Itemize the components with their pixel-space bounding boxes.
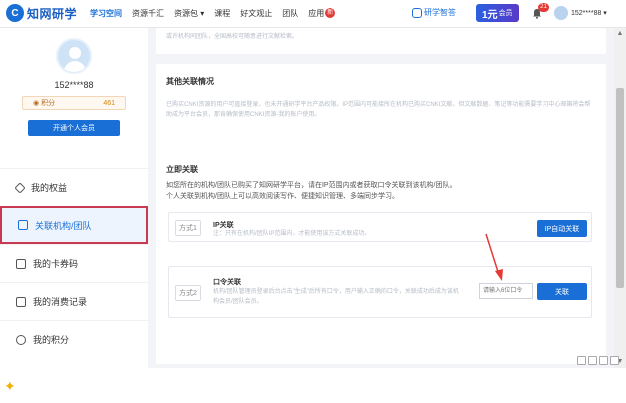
sidebar-item-label: 我的消费记录 bbox=[33, 297, 88, 307]
promo-price: 1元 bbox=[482, 9, 498, 21]
receipt-icon bbox=[16, 296, 26, 307]
promo-label: 会员 bbox=[498, 10, 513, 17]
sidebar-item-points[interactable]: 我的积分 bbox=[0, 320, 148, 358]
sidebar-item-label: 我的卡券码 bbox=[33, 259, 79, 269]
sidebar-item-link-institution[interactable]: 关联机构/团队 bbox=[0, 206, 148, 244]
points-label: ◉ 积分 bbox=[33, 100, 56, 107]
institution-info-card: 或许机构同团队，全国高校可随意进行文献检索。 bbox=[156, 28, 606, 54]
points-bar: ◉ 积分 461 bbox=[22, 96, 126, 110]
link-now-title: 立即关联 bbox=[166, 165, 198, 174]
code-link-desc: 机构/团队管理员登录后台点击"生成"后所有口令，用户输入正确的口令，关联成功后成… bbox=[213, 289, 459, 305]
link-icon bbox=[18, 220, 28, 230]
nav-courses[interactable]: 课程 bbox=[214, 8, 230, 19]
nav-apps[interactable]: 应用新 bbox=[308, 8, 336, 19]
method1-tag: 方式1 bbox=[175, 220, 201, 236]
nav-study-space[interactable]: 学习空间 bbox=[90, 8, 122, 19]
top-nav-bar: C 知网研学 学习空间 资源千汇 资源包 ▾ 课程 好文观止 团队 应用新 研学… bbox=[0, 0, 626, 28]
sidebar-item-label: 我的积分 bbox=[33, 335, 70, 345]
user-avatar-icon[interactable] bbox=[554, 6, 568, 20]
main-nav: 学习空间 资源千汇 资源包 ▾ 课程 好文观止 团队 应用新 bbox=[90, 8, 336, 19]
notification-count: 21 bbox=[538, 3, 549, 12]
link-now-desc: 如您所在的机构/团队已购买了知网研学平台，请在IP范围内或者获取口令关联到该机构… bbox=[166, 180, 596, 202]
ip-link-method: 方式1 IP关联 注：只有在机构/团队IP范围内，才能使用该方式关联成功。 IP… bbox=[168, 212, 592, 242]
link-button[interactable]: 关联 bbox=[537, 283, 587, 300]
sidebar-item-benefits[interactable]: 我的权益 bbox=[0, 168, 148, 206]
link-now-card: 立即关联 如您所在的机构/团队已购买了知网研学平台，请在IP范围内或者获取口令关… bbox=[156, 154, 606, 364]
user-menu[interactable]: 152****88 ▾ bbox=[571, 9, 607, 17]
main-content: 或许机构同团队，全国高校可随意进行文献检索。 其他关联情况 已购买CNKI资源的… bbox=[148, 28, 614, 403]
sidebar-item-purchases[interactable]: 我的消费记录 bbox=[0, 282, 148, 320]
bottom-area bbox=[0, 368, 626, 403]
nav-resources[interactable]: 资源千汇 bbox=[132, 8, 164, 19]
sidebar-item-label: 关联机构/团队 bbox=[35, 220, 92, 231]
coin-icon: ◉ bbox=[33, 100, 40, 107]
nav-resource-pack[interactable]: 资源包 ▾ bbox=[174, 8, 204, 19]
sidebar-item-label: 我的权益 bbox=[31, 183, 68, 193]
tool-icon[interactable] bbox=[588, 356, 597, 365]
sidebar-item-coupons[interactable]: 我的卡券码 bbox=[0, 244, 148, 282]
logo[interactable]: C 知网研学 bbox=[6, 4, 77, 22]
vertical-scrollbar[interactable]: ▲ ▼ bbox=[614, 28, 626, 368]
logo-icon: C bbox=[6, 4, 24, 22]
other-links-title: 其他关联情况 bbox=[166, 77, 214, 86]
logo-text: 知网研学 bbox=[27, 6, 78, 21]
other-links-text: 已购买CNKI资源的用户可直接登录，也未开通研学平台产品权限。IP范围内可能接所… bbox=[166, 102, 591, 118]
ticket-icon bbox=[16, 258, 26, 269]
sparkle-icon: ✦ bbox=[4, 378, 16, 394]
code-input[interactable] bbox=[479, 283, 533, 299]
ai-answer-label: 研学智答 bbox=[424, 8, 456, 17]
ip-link-desc: 注：只有在机构/团队IP范围内，才能使用该方式关联成功。 bbox=[213, 231, 371, 237]
profile-card: 152****88 ◉ 积分 461 开通个人会员 bbox=[0, 38, 148, 136]
new-badge: 新 bbox=[325, 8, 336, 18]
ai-icon bbox=[412, 7, 422, 18]
open-vip-button[interactable]: 开通个人会员 bbox=[28, 120, 120, 136]
link-now-desc-line1: 如您所在的机构/团队已购买了知网研学平台，请在IP范围内或者获取口令关联到该机构… bbox=[166, 182, 457, 189]
points-icon bbox=[16, 334, 26, 345]
scrollbar-thumb[interactable] bbox=[616, 88, 624, 288]
promo-banner[interactable]: 1元 会员 bbox=[476, 4, 519, 22]
code-link-title: 口令关联 bbox=[213, 279, 241, 286]
link-now-desc-line2: 个人关联到机构/团队上可以高效阅读写作、便捷知识管理、多端同步学习。 bbox=[166, 193, 399, 200]
points-value: 461 bbox=[103, 99, 115, 107]
avatar bbox=[56, 38, 92, 74]
scroll-up-icon[interactable]: ▲ bbox=[616, 30, 624, 38]
tool-icon[interactable] bbox=[610, 356, 619, 365]
nav-team[interactable]: 团队 bbox=[282, 8, 298, 19]
nav-apps-label: 应用 bbox=[308, 9, 325, 18]
tool-icon[interactable] bbox=[577, 356, 586, 365]
ai-answer-button[interactable]: 研学智答 bbox=[412, 7, 456, 18]
ip-auto-link-button[interactable]: IP自动关联 bbox=[537, 220, 587, 237]
tool-icon[interactable] bbox=[599, 356, 608, 365]
diamond-icon bbox=[14, 181, 26, 194]
corner-tools bbox=[577, 356, 619, 365]
profile-username: 152****88 bbox=[54, 80, 94, 90]
code-link-method: 方式2 口令关联 机构/团队管理员登录后台点击"生成"后所有口令，用户输入正确的… bbox=[168, 266, 592, 318]
other-links-card: 其他关联情况 已购买CNKI资源的用户可直接登录，也未开通研学平台产品权限。IP… bbox=[156, 64, 606, 162]
nav-articles[interactable]: 好文观止 bbox=[240, 8, 272, 19]
method2-tag: 方式2 bbox=[175, 285, 201, 301]
sidebar-menu: 我的权益 关联机构/团队 我的卡券码 我的消费记录 我的积分 bbox=[0, 168, 148, 358]
sidebar: 152****88 ◉ 积分 461 开通个人会员 我的权益 关联机构/团队 我… bbox=[0, 28, 148, 403]
institution-info-text: 或许机构同团队，全国高校可随意进行文献检索。 bbox=[166, 34, 299, 40]
